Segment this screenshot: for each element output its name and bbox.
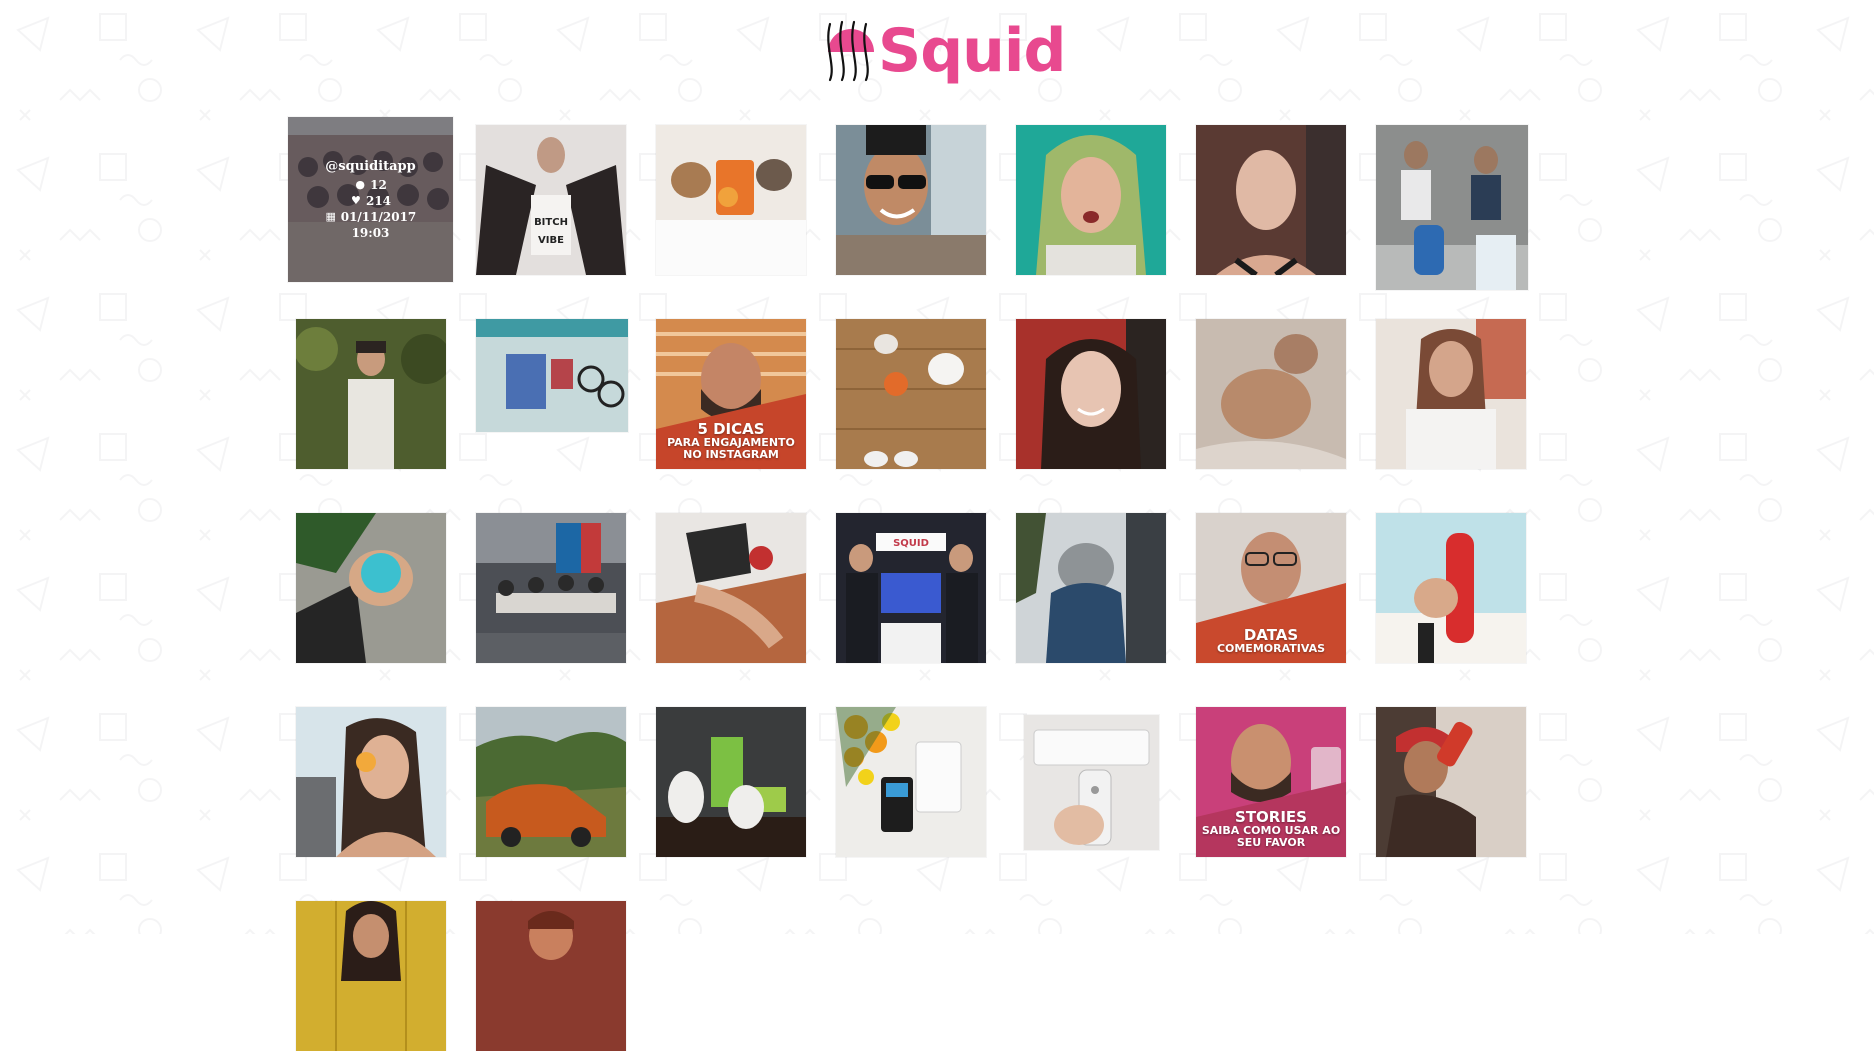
photo-coca-cola bbox=[1376, 513, 1526, 663]
photo-tile[interactable] bbox=[296, 319, 446, 469]
photo-tile[interactable] bbox=[476, 513, 626, 663]
calendar-icon: ▦ bbox=[325, 209, 336, 223]
photo-man-drinking bbox=[1376, 707, 1526, 857]
photo-gallery: @squiditapp ● 12 ♥ 214 ▦ 01/11/2017 19:03 B… bbox=[0, 0, 1874, 1051]
photo-bulldogs bbox=[656, 707, 806, 857]
like-count: 214 bbox=[365, 193, 392, 208]
photo-tile[interactable] bbox=[1376, 125, 1528, 290]
photo-tile[interactable] bbox=[476, 901, 626, 1051]
photo-tile[interactable] bbox=[1016, 319, 1166, 469]
photo-tile[interactable]: 5 DICAS PARA ENGAJAMENTO NO INSTAGRAM bbox=[656, 319, 806, 469]
photo-card-machine bbox=[836, 707, 986, 857]
photo-tile[interactable] bbox=[1196, 125, 1346, 275]
photo-notebook-flatlay bbox=[476, 319, 628, 432]
caption-sub: COMEMORATIVAS bbox=[1216, 642, 1326, 655]
caption-sub: SAIBA COMO USAR AO SEU FAVOR bbox=[1201, 824, 1341, 849]
photo-man-sunglasses bbox=[836, 125, 986, 275]
photo-dogs-food bbox=[656, 125, 806, 275]
photo-tile[interactable] bbox=[1376, 319, 1526, 469]
photo-tile[interactable] bbox=[476, 319, 628, 432]
photo-hand-case bbox=[296, 513, 446, 663]
photo-tile[interactable] bbox=[296, 513, 446, 663]
photo-woman-summer bbox=[1376, 319, 1526, 469]
photo-caption: DATAS COMEMORATIVAS bbox=[1196, 628, 1346, 655]
svg-text:VIBE: VIBE bbox=[538, 235, 564, 246]
photo-event-booth: SQUID bbox=[836, 513, 986, 663]
photo-tile[interactable] bbox=[296, 707, 446, 857]
photo-woman-bodysuit: BITCH VIBE bbox=[476, 125, 626, 275]
caption-sub: PARA ENGAJAMENTO NO INSTAGRAM bbox=[667, 436, 795, 461]
photo-tile[interactable] bbox=[1376, 707, 1526, 857]
post-date: 01/11/2017 bbox=[340, 209, 417, 224]
photo-air-conditioner bbox=[1024, 715, 1159, 850]
photo-tile[interactable] bbox=[1196, 319, 1346, 469]
photo-office-team bbox=[476, 513, 626, 663]
photo-tile[interactable] bbox=[836, 319, 986, 469]
photo-tile[interactable]: DATAS COMEMORATIVAS bbox=[1196, 513, 1346, 663]
photo-tile[interactable] bbox=[296, 901, 446, 1051]
photo-man-bed bbox=[1196, 319, 1346, 469]
photo-hand-bracelets bbox=[656, 513, 806, 663]
photo-tile[interactable] bbox=[656, 707, 806, 857]
photo-man-red bbox=[476, 901, 626, 1051]
photo-tile[interactable] bbox=[1016, 125, 1166, 275]
photo-tile[interactable]: BITCH VIBE bbox=[476, 125, 626, 275]
photo-tile[interactable] bbox=[1024, 715, 1159, 850]
photo-man-plants bbox=[296, 319, 446, 469]
photo-tile[interactable] bbox=[476, 707, 626, 857]
hover-overlay: @squiditapp ● 12 ♥ 214 ▦ 01/11/2017 19:03 bbox=[288, 117, 453, 282]
photo-woman-selfie bbox=[1196, 125, 1346, 275]
photo-child-window bbox=[1016, 513, 1166, 663]
svg-text:BITCH: BITCH bbox=[534, 217, 568, 228]
photo-tile-hovered[interactable]: @squiditapp ● 12 ♥ 214 ▦ 01/11/2017 19:03 bbox=[288, 117, 453, 282]
photo-tile[interactable]: SQUID bbox=[836, 513, 986, 663]
post-time: 19:03 bbox=[351, 225, 390, 240]
photo-tile[interactable] bbox=[656, 125, 806, 275]
photo-caption: STORIES SAIBA COMO USAR AO SEU FAVOR bbox=[1196, 810, 1346, 849]
photo-caption: 5 DICAS PARA ENGAJAMENTO NO INSTAGRAM bbox=[656, 422, 806, 461]
comment-icon: ● bbox=[355, 177, 365, 191]
photo-woman-green bbox=[1016, 125, 1166, 275]
photo-tile[interactable] bbox=[1016, 513, 1166, 663]
photo-woman-beach bbox=[296, 707, 446, 857]
post-username: @squiditapp bbox=[325, 158, 416, 174]
photo-woman-yellow bbox=[296, 901, 446, 1051]
photo-tile[interactable] bbox=[1376, 513, 1526, 663]
heart-icon: ♥ bbox=[351, 193, 361, 207]
photo-pets-floor bbox=[836, 319, 986, 469]
comment-count: 12 bbox=[370, 177, 387, 192]
photo-two-men-cleaning bbox=[1376, 125, 1528, 290]
photo-woman-smile bbox=[1016, 319, 1166, 469]
photo-tile[interactable] bbox=[836, 125, 986, 275]
svg-text:SQUID: SQUID bbox=[893, 538, 929, 549]
photo-tile[interactable] bbox=[656, 513, 806, 663]
photo-tile[interactable] bbox=[836, 707, 986, 857]
photo-orange-car bbox=[476, 707, 626, 857]
photo-tile[interactable]: STORIES SAIBA COMO USAR AO SEU FAVOR bbox=[1196, 707, 1346, 857]
